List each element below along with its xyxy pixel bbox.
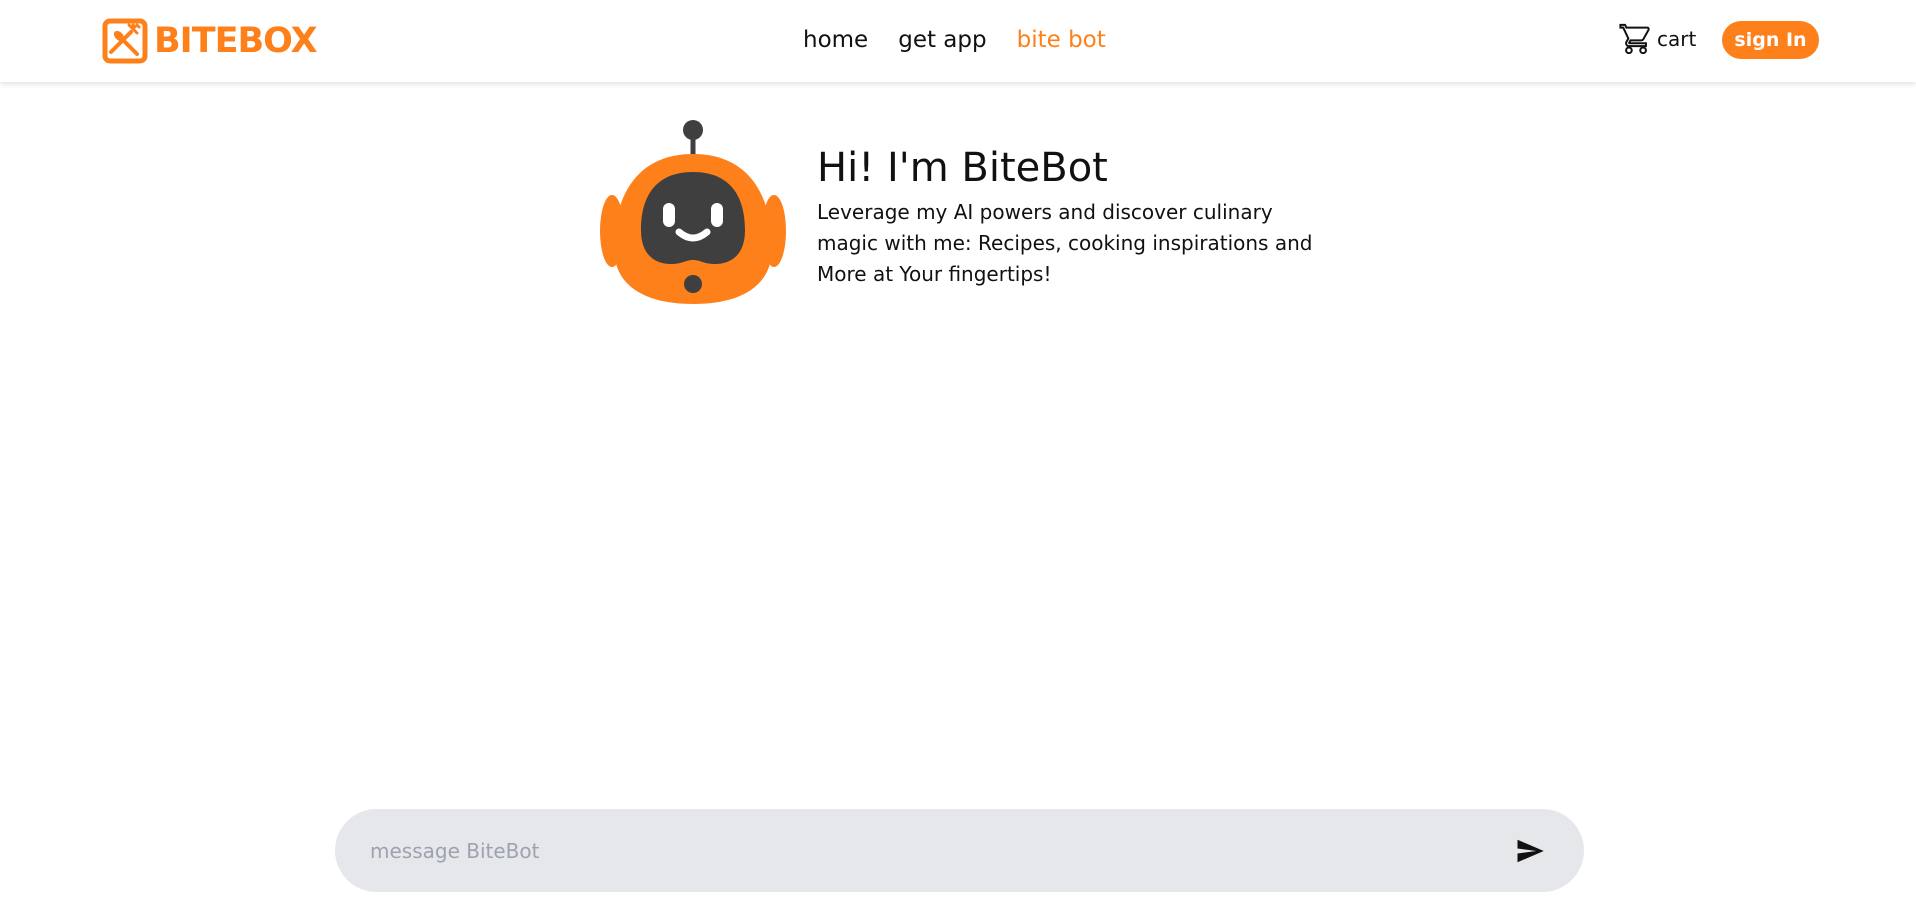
cart-icon [1619, 23, 1650, 55]
welcome-title: Hi! I'm BiteBot [817, 145, 1108, 191]
brand-logo[interactable]: BITEBOX [100, 17, 318, 65]
brand-name: BITEBOX [154, 20, 318, 61]
nav-item-home[interactable]: home [803, 22, 868, 58]
plate-cutlery-icon [102, 18, 148, 64]
nav-item-bite-bot[interactable]: bite bot [1017, 22, 1106, 58]
cart-label: cart [1657, 27, 1697, 51]
send-icon [1517, 839, 1544, 863]
message-composer [335, 809, 1584, 892]
robot-icon [600, 120, 786, 304]
nav-item-get-app[interactable]: get app [898, 22, 986, 58]
cart-link[interactable]: cart [1619, 22, 1696, 56]
sign-in-button[interactable]: sign In [1722, 21, 1819, 59]
message-input[interactable] [370, 829, 1470, 872]
welcome-description: Leverage my AI powers and discover culin… [817, 200, 1313, 286]
main-nav: home get app bite bot [803, 22, 1106, 58]
navbar: BITEBOX home get app bite bot cart sign … [0, 0, 1916, 82]
send-button[interactable] [1510, 832, 1550, 870]
